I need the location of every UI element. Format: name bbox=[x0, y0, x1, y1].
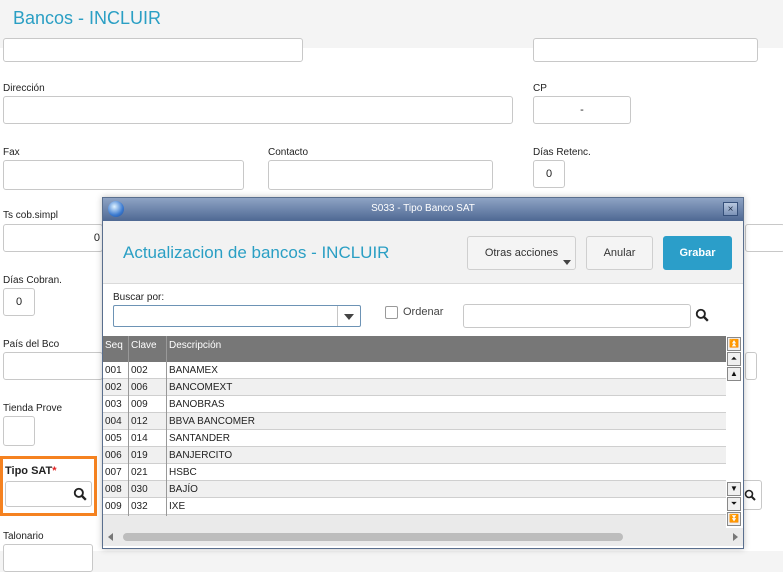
right-partial-field-2[interactable] bbox=[745, 352, 757, 380]
otras-acciones-button[interactable]: Otras acciones bbox=[467, 236, 576, 270]
dialog-heading: Actualizacion de bancos - INCLUIR bbox=[123, 243, 390, 262]
page-down-icon[interactable]: ⏷ bbox=[727, 497, 741, 511]
column-divider bbox=[128, 336, 129, 516]
tipo-sat-field[interactable] bbox=[5, 481, 92, 507]
scroll-thumb[interactable] bbox=[123, 533, 623, 541]
search-icon[interactable] bbox=[695, 308, 709, 322]
talonario-field[interactable] bbox=[3, 544, 93, 572]
table-row[interactable]: 002 006 BANCOMEXT bbox=[103, 379, 726, 396]
column-header-clave[interactable]: Clave bbox=[131, 340, 157, 351]
vertical-scrollbar[interactable]: ⏫ ⏶ ▲ ▼ ⏷ ⏬ bbox=[726, 336, 743, 528]
search-icon bbox=[744, 489, 756, 501]
cp-field[interactable]: - bbox=[533, 96, 631, 124]
ts-cob-simpl-label: Ts cob.simpl bbox=[3, 210, 59, 221]
tipo-sat-label: Tipo SAT bbox=[5, 465, 53, 477]
contacto-field[interactable] bbox=[268, 160, 493, 190]
column-divider bbox=[166, 336, 167, 516]
fax-field[interactable] bbox=[3, 160, 244, 190]
table-row[interactable]: 007 021 HSBC bbox=[103, 464, 726, 481]
table-row[interactable]: 004 012 BBVA BANCOMER bbox=[103, 413, 726, 430]
tienda-label: Tienda Prove bbox=[3, 403, 63, 414]
top-right-field[interactable] bbox=[533, 38, 758, 62]
right-partial-field[interactable] bbox=[745, 224, 783, 252]
tipo-banco-sat-dialog: S033 - Tipo Banco SAT × Actualizacion de… bbox=[102, 197, 744, 549]
table-row[interactable]: 001 002 BANAMEX bbox=[103, 362, 726, 379]
dias-retenc-field[interactable]: 0 bbox=[533, 160, 565, 188]
anular-button[interactable]: Anular bbox=[586, 236, 653, 270]
dias-retenc-label: Días Retenc. bbox=[533, 147, 591, 158]
scroll-top-icon[interactable]: ⏫ bbox=[727, 337, 741, 351]
ts-partial-value: 0 bbox=[93, 232, 100, 244]
dias-cobran-field[interactable]: 0 bbox=[3, 288, 35, 316]
scroll-left-icon[interactable] bbox=[108, 533, 113, 541]
close-button[interactable]: × bbox=[723, 202, 738, 216]
dialog-title: S033 - Tipo Banco SAT bbox=[371, 203, 475, 214]
table-row[interactable]: 005 014 SANTANDER bbox=[103, 430, 726, 447]
scroll-up-icon[interactable]: ▲ bbox=[727, 367, 741, 381]
search-icon[interactable] bbox=[73, 487, 87, 501]
grabar-button[interactable]: Grabar bbox=[663, 236, 732, 270]
search-input[interactable] bbox=[463, 304, 691, 328]
buscar-label: Buscar por: bbox=[113, 292, 165, 303]
dialog-titlebar[interactable]: S033 - Tipo Banco SAT × bbox=[103, 198, 743, 221]
pais-field[interactable] bbox=[3, 352, 103, 380]
pais-label: País del Bco bbox=[3, 339, 60, 350]
page-up-icon[interactable]: ⏶ bbox=[727, 352, 741, 366]
required-marker: * bbox=[52, 465, 57, 477]
chevron-down-icon bbox=[563, 260, 571, 265]
talonario-label: Talonario bbox=[3, 531, 44, 542]
tipo-sat-highlight: Tipo SAT* bbox=[0, 456, 97, 516]
table-header: Seq Clave Descripción bbox=[103, 336, 726, 362]
scroll-right-icon[interactable] bbox=[733, 533, 738, 541]
dias-cobran-label: Días Cobran. bbox=[3, 275, 62, 286]
buscar-select[interactable] bbox=[113, 305, 361, 327]
cp-label: CP bbox=[533, 83, 547, 94]
direccion-label: Dirección bbox=[3, 83, 45, 94]
dialog-body: Buscar por: Ordenar Seq Clave Descripció… bbox=[103, 284, 743, 548]
fax-label: Fax bbox=[3, 147, 20, 158]
chevron-down-icon[interactable] bbox=[337, 306, 360, 326]
table-rows: 001 002 BANAMEX 002 006 BANCOMEXT 003 009 BANO… bbox=[103, 362, 726, 515]
column-header-descripcion[interactable]: Descripción bbox=[169, 340, 221, 351]
ts-cob-simpl-field[interactable]: 0 bbox=[3, 224, 103, 252]
table-row[interactable]: 008 030 BAJÍO bbox=[103, 481, 726, 498]
top-left-field[interactable] bbox=[3, 38, 303, 62]
direccion-field[interactable] bbox=[3, 96, 513, 124]
table-row[interactable]: 009 032 IXE bbox=[103, 498, 726, 515]
dialog-header: Actualizacion de bancos - INCLUIR Otras … bbox=[103, 221, 743, 284]
otras-acciones-label: Otras acciones bbox=[484, 247, 559, 259]
banks-table: Seq Clave Descripción 001 002 BANAMEX 002 0… bbox=[103, 336, 743, 546]
ordenar-label: Ordenar bbox=[403, 306, 444, 318]
contacto-label: Contacto bbox=[268, 147, 309, 158]
tienda-field[interactable] bbox=[3, 416, 35, 446]
horizontal-scrollbar[interactable] bbox=[103, 530, 743, 544]
table-row[interactable]: 006 019 BANJERCITO bbox=[103, 447, 726, 464]
scroll-down-icon[interactable]: ▼ bbox=[727, 482, 741, 496]
table-row[interactable]: 003 009 BANOBRAS bbox=[103, 396, 726, 413]
page-title: Bancos - INCLUIR bbox=[13, 8, 162, 28]
column-header-seq[interactable]: Seq bbox=[105, 340, 123, 351]
ordenar-checkbox[interactable] bbox=[385, 306, 398, 319]
scroll-bottom-icon[interactable]: ⏬ bbox=[727, 512, 741, 526]
